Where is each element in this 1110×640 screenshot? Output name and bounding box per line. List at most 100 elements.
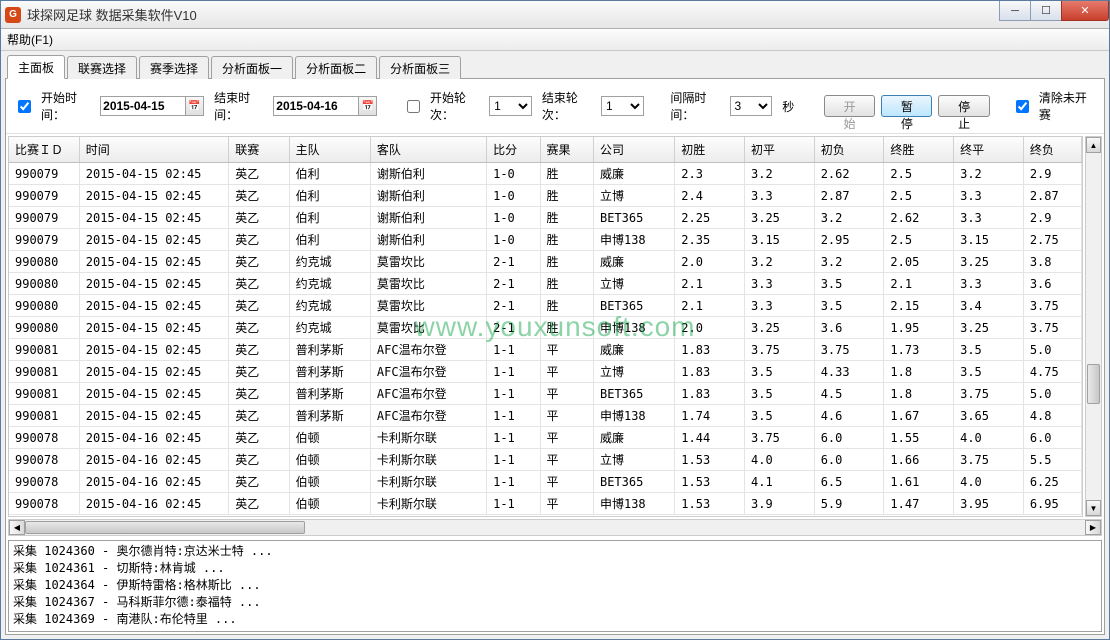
column-header[interactable]: 终负 bbox=[1023, 137, 1081, 163]
column-header[interactable]: 初负 bbox=[814, 137, 884, 163]
table-cell: 2.0 bbox=[675, 317, 745, 339]
table-cell: 谢斯伯利 bbox=[370, 163, 486, 185]
column-header[interactable]: 时间 bbox=[79, 137, 228, 163]
maximize-button[interactable]: ☐ bbox=[1030, 1, 1062, 21]
scroll-up-icon[interactable]: ▲ bbox=[1086, 137, 1101, 153]
tab-赛季选择[interactable]: 赛季选择 bbox=[139, 56, 209, 79]
table-row[interactable]: 9900812015-04-15 02:45英乙普利茅斯AFC温布尔登1-1平申… bbox=[9, 405, 1082, 427]
start-time-checkbox[interactable] bbox=[18, 100, 31, 113]
table-row[interactable]: 9900802015-04-15 02:45英乙约克城莫雷坎比2-1胜申博138… bbox=[9, 317, 1082, 339]
start-round-checkbox[interactable] bbox=[407, 100, 420, 113]
table-cell: AFC温布尔登 bbox=[370, 383, 486, 405]
vertical-scrollbar[interactable]: ▲ ▼ bbox=[1085, 136, 1102, 517]
table-cell: 5.0 bbox=[1023, 339, 1081, 361]
table-cell: 胜 bbox=[540, 207, 593, 229]
table-cell: 普利茅斯 bbox=[289, 405, 370, 427]
table-row[interactable]: 9900802015-04-15 02:45英乙约克城莫雷坎比2-1胜BET36… bbox=[9, 295, 1082, 317]
table-row[interactable]: 9900792015-04-15 02:45英乙伯利谢斯伯利1-0胜BET365… bbox=[9, 207, 1082, 229]
table-row[interactable]: 9900802015-04-15 02:45英乙约克城莫雷坎比2-1胜威廉2.0… bbox=[9, 251, 1082, 273]
table-row[interactable]: 9900812015-04-15 02:45英乙普利茅斯AFC温布尔登1-1平立… bbox=[9, 361, 1082, 383]
column-header[interactable]: 终胜 bbox=[884, 137, 954, 163]
table-cell: 6.0 bbox=[1023, 427, 1081, 449]
column-header[interactable]: 终平 bbox=[954, 137, 1024, 163]
table-cell: 申博138 bbox=[593, 493, 674, 515]
table-cell: 莫雷坎比 bbox=[370, 295, 486, 317]
table-cell: 胜 bbox=[540, 229, 593, 251]
table-row[interactable]: 9900782015-04-16 02:45英乙伯顿卡利斯尔联1-1平BET36… bbox=[9, 471, 1082, 493]
column-header[interactable]: 赛果 bbox=[540, 137, 593, 163]
table-cell: 3.95 bbox=[954, 493, 1024, 515]
table-row[interactable]: 9900792015-04-15 02:45英乙伯利谢斯伯利1-0胜威廉2.33… bbox=[9, 163, 1082, 185]
end-time-input[interactable] bbox=[273, 96, 359, 116]
table-cell: 2.15 bbox=[884, 295, 954, 317]
stop-button[interactable]: 停止 bbox=[938, 95, 989, 117]
table-row[interactable]: 9900792015-04-15 02:45英乙伯利谢斯伯利1-0胜立博2.43… bbox=[9, 185, 1082, 207]
column-header[interactable]: 公司 bbox=[593, 137, 674, 163]
tab-分析面板三[interactable]: 分析面板三 bbox=[379, 56, 461, 79]
table-cell: 6.0 bbox=[814, 449, 884, 471]
end-round-select[interactable]: 1 bbox=[601, 96, 644, 116]
table-cell: 2015-04-15 02:45 bbox=[79, 273, 228, 295]
tab-主面板[interactable]: 主面板 bbox=[7, 55, 65, 79]
vscroll-thumb[interactable] bbox=[1087, 364, 1100, 404]
end-time-picker-icon[interactable]: 📅 bbox=[359, 96, 377, 116]
table-cell: 3.75 bbox=[1023, 295, 1081, 317]
table-cell: 1.53 bbox=[675, 493, 745, 515]
scroll-down-icon[interactable]: ▼ bbox=[1086, 500, 1101, 516]
table-row[interactable]: 9900792015-04-15 02:45英乙伯利谢斯伯利1-0胜申博1382… bbox=[9, 229, 1082, 251]
start-time-picker-icon[interactable]: 📅 bbox=[186, 96, 204, 116]
table-row[interactable]: 9900812015-04-15 02:45英乙普利茅斯AFC温布尔登1-1平威… bbox=[9, 339, 1082, 361]
hscroll-thumb[interactable] bbox=[25, 521, 305, 534]
table-cell: 990079 bbox=[9, 163, 79, 185]
table-cell: 990081 bbox=[9, 361, 79, 383]
start-time-input[interactable] bbox=[100, 96, 186, 116]
close-button[interactable]: ✕ bbox=[1061, 1, 1109, 21]
table-row[interactable]: 9900782015-04-16 02:45英乙伯顿卡利斯尔联1-1平威廉1.4… bbox=[9, 427, 1082, 449]
tab-联赛选择[interactable]: 联赛选择 bbox=[67, 56, 137, 79]
table-row[interactable]: 9900782015-04-16 02:45英乙伯顿卡利斯尔联1-1平立博1.5… bbox=[9, 449, 1082, 471]
table-row[interactable]: 9900802015-04-15 02:45英乙约克城莫雷坎比2-1胜立博2.1… bbox=[9, 273, 1082, 295]
column-header[interactable]: 初胜 bbox=[675, 137, 745, 163]
scroll-right-icon[interactable]: ▶ bbox=[1085, 520, 1101, 535]
table-cell: 英乙 bbox=[229, 449, 289, 471]
table-cell: 3.8 bbox=[1023, 251, 1081, 273]
table-cell: 3.2 bbox=[814, 251, 884, 273]
table-cell: 1-0 bbox=[487, 185, 540, 207]
table-cell: 3.75 bbox=[954, 383, 1024, 405]
table-cell: 2.87 bbox=[1023, 185, 1081, 207]
table-cell: 2015-04-15 02:45 bbox=[79, 295, 228, 317]
menu-help[interactable]: 帮助(F1) bbox=[7, 31, 53, 48]
start-round-select[interactable]: 1 bbox=[489, 96, 532, 116]
tab-分析面板二[interactable]: 分析面板二 bbox=[295, 56, 377, 79]
minimize-button[interactable]: ─ bbox=[999, 1, 1031, 21]
column-header[interactable]: 联赛 bbox=[229, 137, 289, 163]
interval-select[interactable]: 3 bbox=[730, 96, 773, 116]
clear-unstarted-checkbox[interactable] bbox=[1016, 100, 1029, 113]
table-cell: 卡利斯尔联 bbox=[370, 493, 486, 515]
table-cell: 1.47 bbox=[884, 493, 954, 515]
table-cell: 1-1 bbox=[487, 471, 540, 493]
table-cell: 3.2 bbox=[814, 207, 884, 229]
table-row[interactable]: 9900782015-04-16 02:45英乙伯顿卡利斯尔联1-1平申博138… bbox=[9, 493, 1082, 515]
start-button[interactable]: 开始 bbox=[824, 95, 875, 117]
column-header[interactable]: 比赛ＩＤ bbox=[9, 137, 79, 163]
horizontal-scrollbar[interactable]: ◀ ▶ bbox=[8, 519, 1102, 536]
column-header[interactable]: 初平 bbox=[745, 137, 815, 163]
table-cell: 胜 bbox=[540, 295, 593, 317]
scroll-left-icon[interactable]: ◀ bbox=[9, 520, 25, 535]
tab-分析面板一[interactable]: 分析面板一 bbox=[211, 56, 293, 79]
table-cell: 2.1 bbox=[884, 273, 954, 295]
table-row[interactable]: 9900812015-04-15 02:45英乙普利茅斯AFC温布尔登1-1平B… bbox=[9, 383, 1082, 405]
end-time-label: 结束时间： bbox=[214, 89, 267, 123]
main-panel: 开始时间： 📅 结束时间： 📅 开始轮次： 1 结束轮次： bbox=[5, 79, 1105, 635]
pause-button[interactable]: 暂停 bbox=[881, 95, 932, 117]
table-cell: 2.62 bbox=[814, 163, 884, 185]
table-cell: 3.2 bbox=[745, 251, 815, 273]
table-cell: BET365 bbox=[593, 383, 674, 405]
interval-unit: 秒 bbox=[782, 98, 794, 115]
column-header[interactable]: 客队 bbox=[370, 137, 486, 163]
table-cell: BET365 bbox=[593, 295, 674, 317]
table-cell: 5.9 bbox=[814, 493, 884, 515]
column-header[interactable]: 主队 bbox=[289, 137, 370, 163]
column-header[interactable]: 比分 bbox=[487, 137, 540, 163]
